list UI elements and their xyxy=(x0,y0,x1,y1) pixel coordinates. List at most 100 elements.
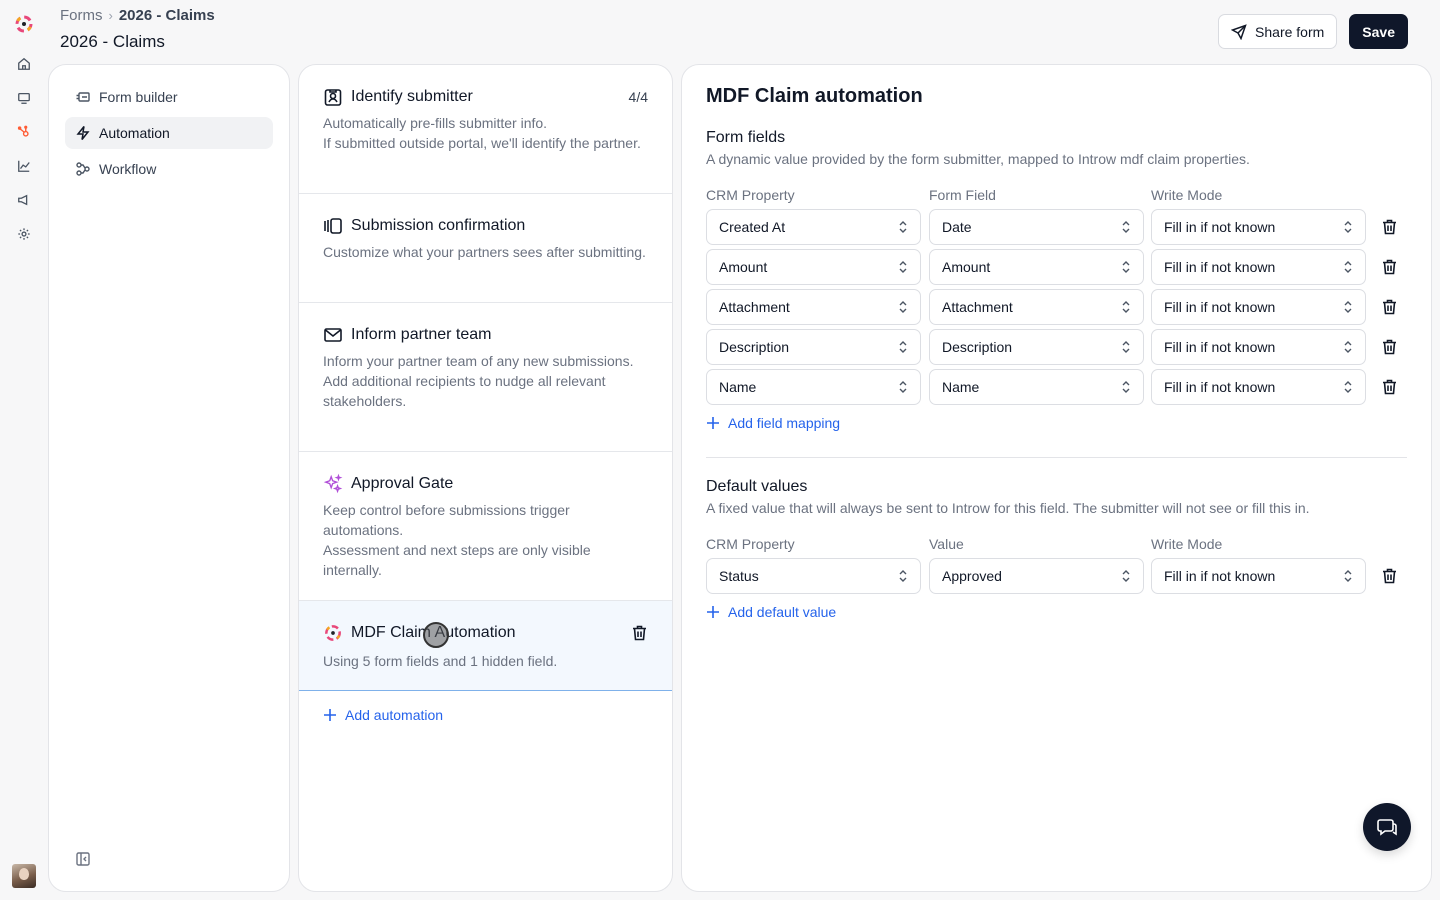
automation-desc: Customize what your partners sees after … xyxy=(323,242,648,262)
form-field-select[interactable]: Date xyxy=(929,209,1144,245)
settings-icon[interactable] xyxy=(12,222,36,246)
delete-row-icon[interactable] xyxy=(1380,258,1398,276)
select-value: Attachment xyxy=(719,299,790,315)
form-field-select[interactable]: Name xyxy=(929,369,1144,405)
add-automation-button[interactable]: Add automation xyxy=(323,707,443,723)
select-value: Fill in if not known xyxy=(1164,299,1276,315)
delete-row-icon[interactable] xyxy=(1380,218,1398,236)
select-value: Fill in if not known xyxy=(1164,379,1276,395)
plus-icon xyxy=(707,417,719,429)
form-fields-desc: A dynamic value provided by the form sub… xyxy=(706,151,1250,167)
crm-property-select[interactable]: Amount xyxy=(706,249,921,285)
add-default-value-button[interactable]: Add default value xyxy=(706,604,836,620)
introw-logo-icon xyxy=(323,623,343,643)
chevron-up-down-icon xyxy=(1121,260,1131,274)
save-button[interactable]: Save xyxy=(1349,14,1408,49)
value-select[interactable]: Approved xyxy=(929,558,1144,594)
mail-icon xyxy=(323,325,343,345)
automation-card-identify-submitter[interactable]: Identify submitter 4/4 Automatically pre… xyxy=(299,65,672,194)
automation-title: Inform partner team xyxy=(351,326,492,343)
home-icon[interactable] xyxy=(12,52,36,76)
chat-button[interactable] xyxy=(1363,803,1411,851)
col-crm-property: CRM Property xyxy=(706,187,795,203)
chevron-up-down-icon xyxy=(1121,220,1131,234)
default-values-title: Default values xyxy=(706,478,808,495)
chevron-up-down-icon xyxy=(898,569,908,583)
crm-property-select[interactable]: Name xyxy=(706,369,921,405)
automation-card-mdf-claim[interactable]: MDF Claim Automation Using 5 form fields… xyxy=(299,601,672,691)
nav-item-workflow[interactable]: Workflow xyxy=(65,153,273,185)
select-value: Amount xyxy=(942,259,991,275)
plus-icon xyxy=(324,709,336,721)
add-field-mapping-button[interactable]: Add field mapping xyxy=(706,415,840,431)
chevron-up-down-icon xyxy=(898,220,908,234)
delete-row-icon[interactable] xyxy=(1380,338,1398,356)
nav-item-automation[interactable]: Automation xyxy=(65,117,273,149)
col-crm-property: CRM Property xyxy=(706,536,795,552)
chevron-up-down-icon xyxy=(1121,380,1131,394)
select-value: Created At xyxy=(719,219,786,235)
automation-card-approval-gate[interactable]: Approval Gate Keep control before submis… xyxy=(299,452,672,601)
crm-property-select[interactable]: Description xyxy=(706,329,921,365)
automation-desc: Using 5 form fields and 1 hidden field. xyxy=(323,651,648,671)
automation-card-submission-confirmation[interactable]: Submission confirmation Customize what y… xyxy=(299,194,672,303)
delete-row-icon[interactable] xyxy=(1380,567,1398,585)
nav-item-label: Automation xyxy=(99,125,170,141)
chart-icon[interactable] xyxy=(12,154,36,178)
select-value: Fill in if not known xyxy=(1164,339,1276,355)
delete-automation-icon[interactable] xyxy=(630,624,648,642)
automation-detail-panel: MDF Claim automation Form fields A dynam… xyxy=(681,64,1432,892)
chevron-up-down-icon xyxy=(1343,380,1353,394)
select-value: Fill in if not known xyxy=(1164,219,1276,235)
write-mode-select[interactable]: Fill in if not known xyxy=(1151,558,1366,594)
desc-line: Assessment and next steps are only visib… xyxy=(323,542,591,578)
desc-line: Keep control before submissions trigger … xyxy=(323,502,570,538)
megaphone-icon[interactable] xyxy=(12,188,36,212)
form-field-select[interactable]: Description xyxy=(929,329,1144,365)
detail-title: MDF Claim automation xyxy=(706,85,923,107)
app-logo-icon[interactable] xyxy=(12,12,36,36)
crm-property-select[interactable]: Created At xyxy=(706,209,921,245)
breadcrumb-root[interactable]: Forms xyxy=(60,7,103,24)
form-fields-title: Form fields xyxy=(706,129,786,146)
write-mode-select[interactable]: Fill in if not known xyxy=(1151,249,1366,285)
crm-property-select[interactable]: Status xyxy=(706,558,921,594)
monitor-icon[interactable] xyxy=(12,86,36,110)
write-mode-select[interactable]: Fill in if not known xyxy=(1151,209,1366,245)
select-value: Approved xyxy=(942,568,1002,584)
automation-count-badge: 4/4 xyxy=(628,89,648,105)
user-avatar[interactable] xyxy=(12,864,36,888)
select-value: Date xyxy=(942,219,972,235)
form-field-select[interactable]: Attachment xyxy=(929,289,1144,325)
automation-title: Submission confirmation xyxy=(351,217,526,234)
write-mode-select[interactable]: Fill in if not known xyxy=(1151,329,1366,365)
share-form-button[interactable]: Share form xyxy=(1218,14,1338,49)
write-mode-select[interactable]: Fill in if not known xyxy=(1151,369,1366,405)
chevron-up-down-icon xyxy=(1343,220,1353,234)
automation-card-inform-partner-team[interactable]: Inform partner team Inform your partner … xyxy=(299,303,672,452)
desc-line: Customize what your partners sees after … xyxy=(323,244,646,260)
desc-line: Inform your partner team of any new subm… xyxy=(323,353,634,369)
add-field-mapping-label: Add field mapping xyxy=(728,415,841,431)
desc-line: Automatically pre-fills submitter info. xyxy=(323,115,548,131)
select-value: Attachment xyxy=(942,299,1013,315)
crm-property-select[interactable]: Attachment xyxy=(706,289,921,325)
delete-row-icon[interactable] xyxy=(1380,298,1398,316)
header-actions: Share form Save xyxy=(1218,14,1408,49)
collapse-sidebar-icon[interactable] xyxy=(75,851,91,867)
section-divider xyxy=(706,457,1407,458)
page-title: 2026 - Claims xyxy=(60,32,165,51)
confirmation-icon xyxy=(323,216,343,236)
select-value: Amount xyxy=(719,259,768,275)
delete-row-icon[interactable] xyxy=(1380,378,1398,396)
select-value: Status xyxy=(719,568,759,584)
hubspot-icon[interactable] xyxy=(12,120,36,144)
form-field-select[interactable]: Amount xyxy=(929,249,1144,285)
write-mode-select[interactable]: Fill in if not known xyxy=(1151,289,1366,325)
nav-item-form-builder[interactable]: Form builder xyxy=(65,81,273,113)
automation-desc: Inform your partner team of any new subm… xyxy=(323,351,648,411)
chevron-up-down-icon xyxy=(1343,569,1353,583)
add-default-value-label: Add default value xyxy=(728,604,837,620)
automation-title: Approval Gate xyxy=(351,475,454,492)
col-value: Value xyxy=(929,536,964,552)
